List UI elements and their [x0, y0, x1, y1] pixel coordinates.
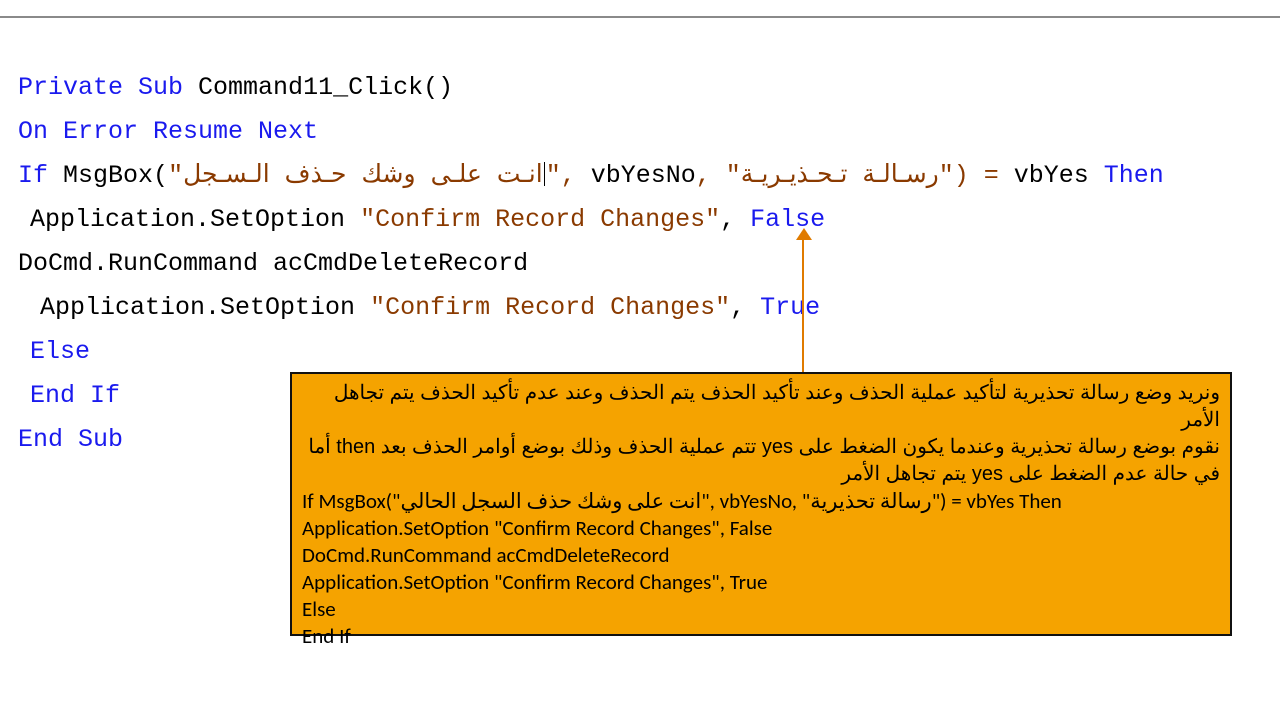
fn-msgbox: MsgBox(: [63, 161, 168, 190]
keyword-endsub: End Sub: [18, 425, 123, 454]
app-setoption-1: Application.SetOption: [30, 205, 360, 234]
string-confirm-1: "Confirm Record Changes": [360, 205, 720, 234]
const-vbyesno: vbYesNo: [591, 161, 696, 190]
code-line-2: On Error Resume Next: [18, 110, 1164, 154]
code-line-1: Private Sub Command11_Click(): [18, 66, 1164, 110]
keyword-if: If: [18, 161, 48, 190]
comma-2: ,: [730, 293, 760, 322]
keyword-on-error: On Error Resume Next: [18, 117, 318, 146]
code-line-5: DoCmd.RunCommand acCmdDeleteRecord: [18, 242, 1164, 286]
string-close-2: ") =: [939, 161, 1014, 190]
string-open-quote-1: ": [168, 161, 183, 190]
note-code-5: Else: [302, 596, 1220, 623]
string-confirm-2: "Confirm Record Changes": [370, 293, 730, 322]
note-code-4: Application.SetOption "Confirm Record Ch…: [302, 569, 1220, 596]
note-paragraph-1: ونريد وضع رسالة تحذيرية لتأكيد عملية الح…: [302, 380, 1220, 434]
docmd-run: DoCmd.RunCommand acCmdDeleteRecord: [18, 249, 528, 278]
keyword-true: True: [760, 293, 820, 322]
keyword-private-sub: Private Sub: [18, 73, 183, 102]
string-arabic-2: رسـالـة تـحـذيـريـة: [741, 161, 939, 190]
string-close-1: ",: [546, 161, 591, 190]
note-code-2: Application.SetOption "Confirm Record Ch…: [302, 515, 1220, 542]
annotation-box: ونريد وضع رسالة تحذيرية لتأكيد عملية الح…: [290, 372, 1232, 636]
note-code-3: DoCmd.RunCommand acCmdDeleteRecord: [302, 542, 1220, 569]
annotation-arrow-head-icon: [796, 228, 812, 240]
annotation-arrow-line: [802, 236, 804, 374]
string-arabic-1: انـت علـى وشك حـذف الـسـجل: [183, 161, 543, 190]
code-line-3: If MsgBox("انـت علـى وشك حـذف الـسـجل", …: [18, 154, 1164, 198]
string-open-quote-2: , ": [696, 161, 741, 190]
keyword-else: Else: [30, 337, 90, 366]
note-paragraph-2: نقوم بوضع رسالة تحذيرية وعندما يكون الضغ…: [302, 434, 1220, 488]
identifier-subname-text: Command11_Click(): [198, 73, 453, 102]
code-line-6: Application.SetOption "Confirm Record Ch…: [18, 286, 1164, 330]
app-setoption-2: Application.SetOption: [40, 293, 370, 322]
page: Private Sub Command11_Click() On Error R…: [0, 0, 1280, 720]
text-cursor: [544, 162, 545, 186]
keyword-endif: End If: [30, 381, 120, 410]
keyword-false: False: [750, 205, 825, 234]
divider-line: [0, 16, 1280, 18]
keyword-then: Then: [1089, 161, 1164, 190]
const-vbyes: vbYes: [1014, 161, 1089, 190]
code-line-4: Application.SetOption "Confirm Record Ch…: [18, 198, 1164, 242]
note-code-6: End If: [302, 623, 1220, 650]
code-line-7: Else: [18, 330, 1164, 374]
comma-1: ,: [720, 205, 750, 234]
note-code-1: If MsgBox("انت على وشك حذف السجل الحالي"…: [302, 488, 1220, 515]
